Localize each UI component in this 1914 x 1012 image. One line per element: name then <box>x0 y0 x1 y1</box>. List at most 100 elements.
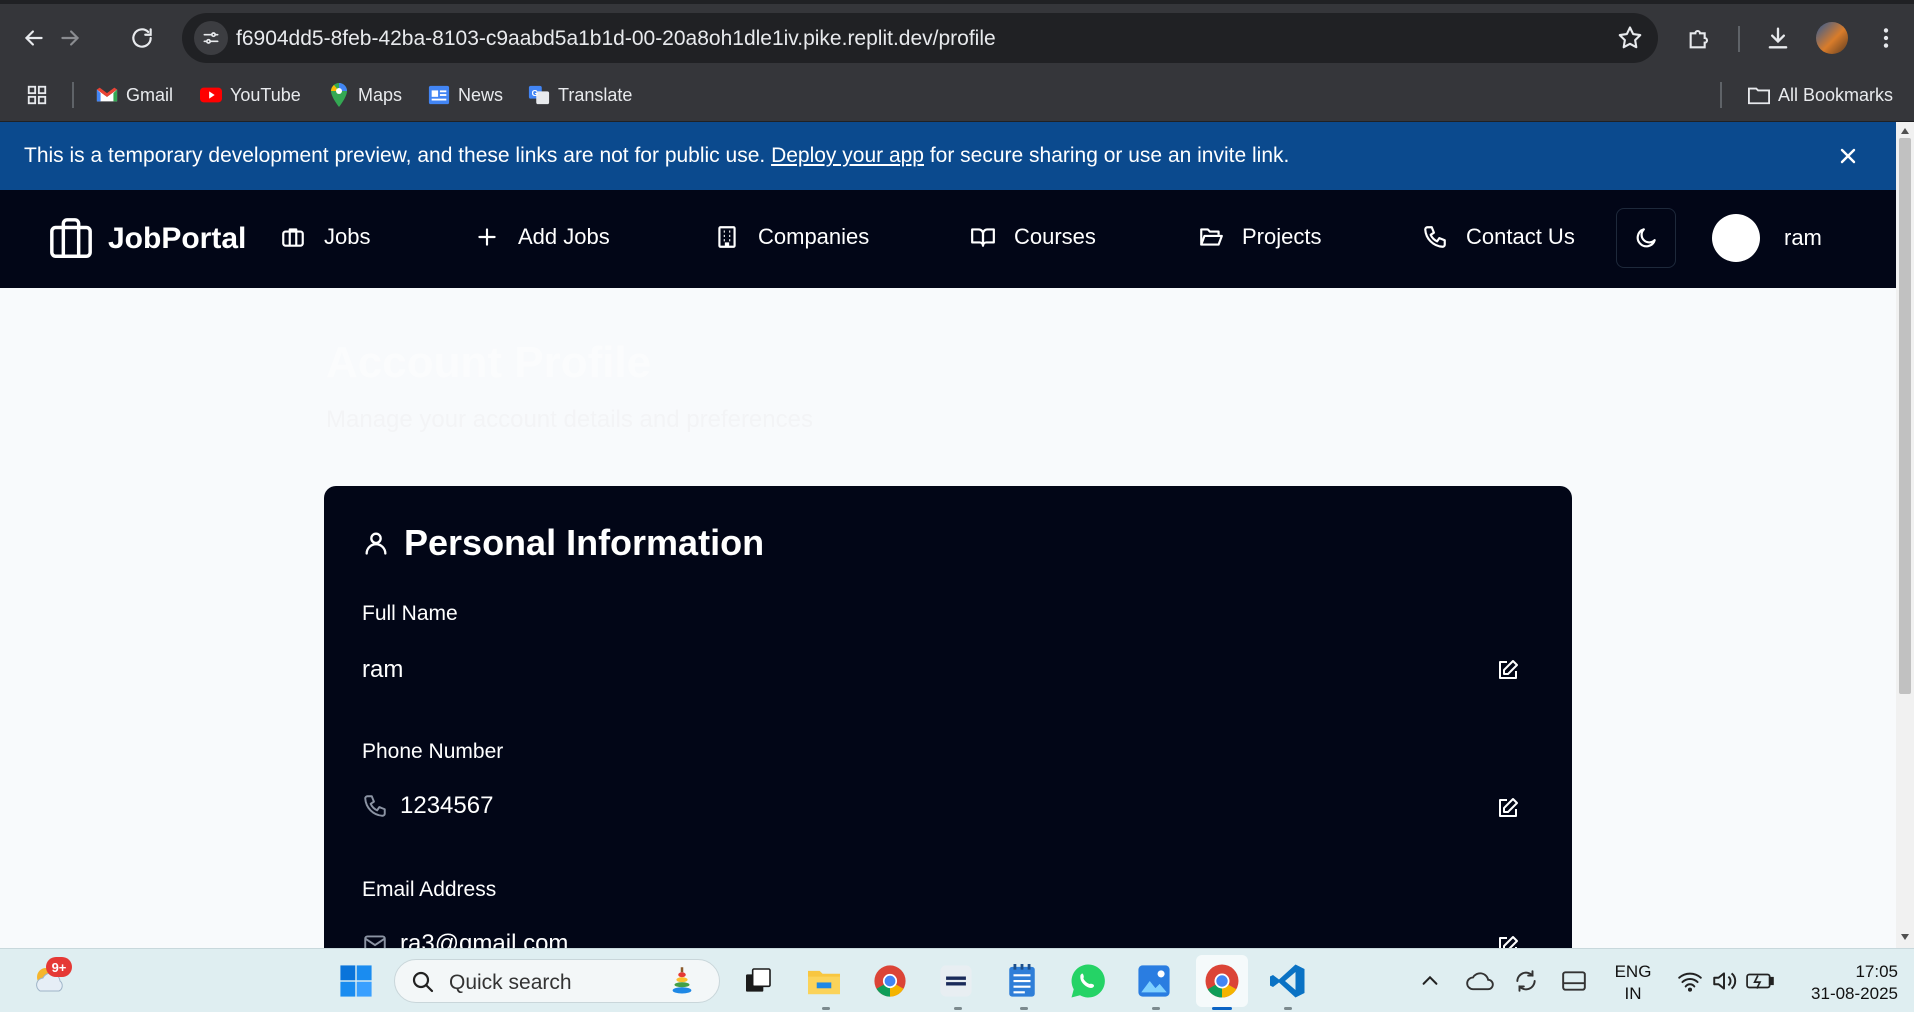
user-icon <box>365 532 387 555</box>
edit-phone-number-button[interactable] <box>1494 794 1522 822</box>
moon-icon <box>1636 228 1656 248</box>
forward-button[interactable] <box>50 18 90 58</box>
nav-companies[interactable]: Companies <box>714 224 869 250</box>
chevron-up-icon <box>1422 975 1438 985</box>
phone-number-label: Phone Number <box>362 740 504 763</box>
volume-button[interactable] <box>1704 961 1744 1001</box>
phone-icon <box>364 795 386 817</box>
browser-menu-button[interactable] <box>1870 22 1902 54</box>
bookmark-translate[interactable]: G Translate <box>528 81 632 109</box>
puzzle-icon <box>1689 29 1709 49</box>
taskbar-whatsapp[interactable] <box>1068 961 1108 1001</box>
running-indicator-active <box>1212 1007 1232 1010</box>
nav-jobs[interactable]: Jobs <box>280 224 370 250</box>
sync-icon <box>1516 970 1536 992</box>
vscode-icon <box>1270 964 1305 998</box>
translate-icon: G <box>528 84 550 106</box>
taskbar-file-explorer[interactable] <box>804 961 844 1001</box>
plus-icon <box>478 228 496 246</box>
scroll-down-arrow-icon[interactable] <box>1901 934 1909 940</box>
bookmark-news[interactable]: News <box>428 81 503 109</box>
downloads-button[interactable] <box>1762 22 1794 54</box>
tablet-mode-button[interactable] <box>1554 961 1594 1001</box>
language-code: ENG <box>1614 962 1652 981</box>
full-name-value: ram <box>362 656 403 684</box>
display-icon <box>1562 971 1586 991</box>
url-text[interactable]: f6904dd5-8feb-42ba-8103-c9aabd5a1b1d-00-… <box>236 27 996 51</box>
show-hidden-icons-button[interactable] <box>1410 961 1450 1001</box>
nav-projects[interactable]: Projects <box>1198 224 1321 250</box>
windows-start-button[interactable] <box>336 961 376 1001</box>
running-indicator <box>1284 1007 1292 1010</box>
apps-grid-icon <box>26 84 48 106</box>
site-info-icon[interactable] <box>194 21 228 55</box>
toolbar-divider <box>1738 26 1740 52</box>
building-icon <box>718 226 736 248</box>
bookmark-label: News <box>458 84 504 105</box>
email-label: Email Address <box>362 878 497 901</box>
bookmarks-bar: Gmail YouTube Maps News G Translate All … <box>0 68 1914 122</box>
scroll-thumb[interactable] <box>1899 138 1911 694</box>
taskbar-chrome-active[interactable] <box>1202 961 1242 1001</box>
full-name-label: Full Name <box>362 602 458 625</box>
sync-button[interactable] <box>1506 961 1546 1001</box>
running-indicator <box>1152 1007 1160 1010</box>
apps-button[interactable] <box>26 81 48 109</box>
extensions-button[interactable] <box>1684 22 1716 54</box>
stacking-toy-icon <box>672 967 692 994</box>
arrow-left-icon <box>24 30 43 46</box>
bookmark-maps[interactable]: Maps <box>328 81 402 109</box>
photos-icon <box>1138 965 1170 997</box>
os-taskbar: 9+ Quick search ENG IN 17:05 31-08-2025 <box>0 948 1914 1012</box>
chrome-icon <box>1205 964 1239 998</box>
deploy-app-link[interactable]: Deploy your app <box>771 144 924 167</box>
bookmark-label: YouTube <box>230 84 301 105</box>
all-bookmarks-button[interactable]: All Bookmarks <box>1748 81 1893 109</box>
nav-courses[interactable]: Courses <box>970 224 1096 250</box>
scroll-up-arrow-icon[interactable] <box>1901 128 1909 134</box>
taskbar-vscode[interactable] <box>1268 961 1308 1001</box>
theme-toggle-button[interactable] <box>1616 208 1676 268</box>
taskbar-chrome[interactable] <box>870 961 910 1001</box>
nav-label: Companies <box>758 224 870 249</box>
browser-profile-avatar[interactable] <box>1816 22 1848 54</box>
reload-button[interactable] <box>122 18 162 58</box>
chrome-icon <box>874 965 906 997</box>
language-indicator[interactable]: ENG IN <box>1608 961 1658 1005</box>
task-view-button[interactable] <box>738 961 778 1001</box>
page-scrollbar[interactable] <box>1896 122 1914 948</box>
edit-icon <box>1499 660 1518 679</box>
taskbar-photos[interactable] <box>1134 961 1174 1001</box>
download-icon <box>1768 27 1788 49</box>
full-name-text: ram <box>362 656 404 683</box>
taskbar-notepad[interactable] <box>1002 961 1042 1001</box>
back-button[interactable] <box>14 18 54 58</box>
book-open-icon <box>971 228 995 247</box>
phone-icon <box>1424 226 1446 248</box>
clock[interactable]: 17:05 31-08-2025 <box>1780 961 1898 1005</box>
personal-info-card: Personal Information Full Name ram Phone… <box>324 486 1572 956</box>
nav-label: Add Jobs <box>518 224 610 249</box>
address-bar[interactable]: f6904dd5-8feb-42ba-8103-c9aabd5a1b1d-00-… <box>182 13 1658 63</box>
maps-icon <box>328 83 350 107</box>
nav-contact-us[interactable]: Contact Us <box>1422 224 1575 250</box>
briefcase-icon <box>282 228 304 247</box>
taskbar-nxtwave[interactable] <box>936 961 976 1001</box>
edit-full-name-button[interactable] <box>1494 656 1522 684</box>
all-bookmarks-label: All Bookmarks <box>1778 84 1894 105</box>
bookmark-gmail[interactable]: Gmail <box>96 81 173 109</box>
notepad-icon <box>1009 964 1035 997</box>
dev-preview-banner: This is a temporary development preview,… <box>0 122 1896 190</box>
onedrive-button[interactable] <box>1460 961 1500 1001</box>
close-icon[interactable] <box>1836 144 1860 168</box>
bookmark-star-icon[interactable] <box>1616 24 1644 52</box>
banner-message: This is a temporary development preview,… <box>24 144 1289 168</box>
nav-add-jobs[interactable]: Add Jobs <box>474 224 610 250</box>
user-menu[interactable]: ram <box>1712 214 1822 262</box>
bookmark-youtube[interactable]: YouTube <box>200 81 301 109</box>
battery-button[interactable] <box>1740 961 1780 1001</box>
running-indicator <box>822 1007 830 1010</box>
taskbar-search[interactable]: Quick search <box>394 959 720 1003</box>
brand-logo[interactable]: JobPortal <box>48 216 246 262</box>
news-icon <box>428 84 450 106</box>
